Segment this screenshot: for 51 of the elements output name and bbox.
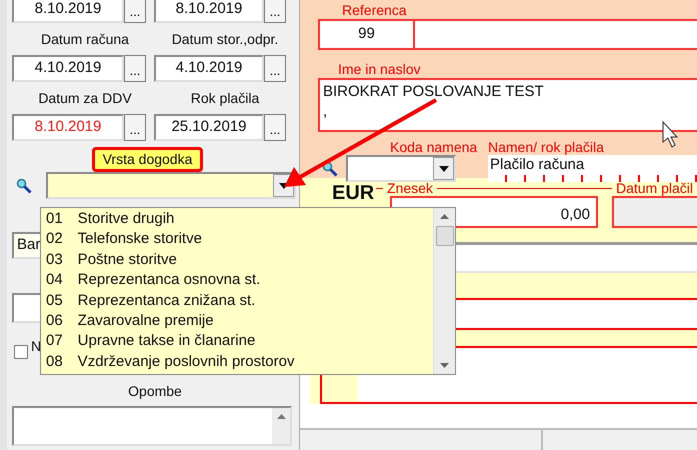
field-label: Referenca xyxy=(342,3,408,18)
date-picker-button[interactable]: ... xyxy=(264,0,286,23)
checkbox-label: N xyxy=(31,336,42,356)
date-field[interactable]: 4.10.2019 xyxy=(154,55,264,82)
field-label: Znesek xyxy=(387,180,433,196)
dropdown-option[interactable]: 04 Reprezentanca osnovna st. xyxy=(41,270,433,291)
date-field[interactable]: 25.10.2019 xyxy=(154,114,264,141)
date-field[interactable]: 8.10.2019 xyxy=(154,0,264,23)
dropdown-field[interactable] xyxy=(346,155,456,182)
notes-field[interactable] xyxy=(12,406,292,446)
field-label: Rok plačila xyxy=(190,90,260,107)
field-label: Namen/ rok plačila xyxy=(488,140,605,155)
scrollbar[interactable] xyxy=(433,208,455,374)
dropdown-option[interactable]: 06 Zavarovalne premije xyxy=(41,311,433,332)
dropdown-option[interactable]: 08 Vzdrževanje poslovnih prostorov xyxy=(41,352,433,372)
date-field[interactable]: 4.10.2019 xyxy=(12,55,124,82)
date-field[interactable]: 8.10.2019 xyxy=(12,114,124,141)
field-label: Datum za DDV xyxy=(37,90,133,107)
purpose-field[interactable]: Plačilo računa xyxy=(488,155,697,182)
date-field[interactable]: 8.10.2019 xyxy=(12,0,124,23)
date-field[interactable] xyxy=(612,196,697,228)
scroll-down-icon[interactable] xyxy=(440,363,449,368)
field-label: Vrsta dogodka xyxy=(92,147,204,172)
date-picker-button[interactable]: ... xyxy=(264,114,286,141)
field-label: Datum računa xyxy=(40,31,130,48)
dropdown-field[interactable] xyxy=(46,172,296,199)
date-picker-button[interactable]: ... xyxy=(124,55,146,82)
field-label: Opombe xyxy=(127,383,183,400)
field-label: Datum plačil xyxy=(616,180,693,196)
currency-label: EUR xyxy=(331,182,376,204)
date-picker-button[interactable]: ... xyxy=(124,114,146,141)
field-label: Datum stor.,odpr. xyxy=(170,31,280,48)
dropdown-option[interactable]: 05 Reprezentanca znižana st. xyxy=(41,290,433,312)
date-picker-button[interactable]: ... xyxy=(124,0,146,23)
dropdown-option[interactable]: 07 Upravne takse in članarine xyxy=(41,331,433,352)
search-icon[interactable] xyxy=(322,160,338,176)
scroll-up-icon[interactable] xyxy=(440,214,449,219)
field-label: Ime in naslov xyxy=(338,62,422,77)
scroll-thumb[interactable] xyxy=(436,226,454,246)
dropdown-option[interactable]: 02 Telefonske storitve xyxy=(41,229,433,250)
reference-field[interactable]: 99 xyxy=(318,19,415,50)
checkbox[interactable] xyxy=(14,345,28,359)
mouse-cursor-icon xyxy=(662,120,678,148)
dropdown-option[interactable]: 03 Poštne storitve xyxy=(41,250,433,270)
scroll-up-icon[interactable] xyxy=(276,414,286,419)
caret-icon xyxy=(438,166,448,172)
search-icon[interactable] xyxy=(16,178,32,194)
field-label: Koda namena xyxy=(390,140,478,155)
date-picker-button[interactable]: ... xyxy=(264,55,286,82)
input-field[interactable] xyxy=(415,19,697,50)
address-field[interactable]: BIROKRAT POSLOVANJE TEST , xyxy=(318,78,697,132)
